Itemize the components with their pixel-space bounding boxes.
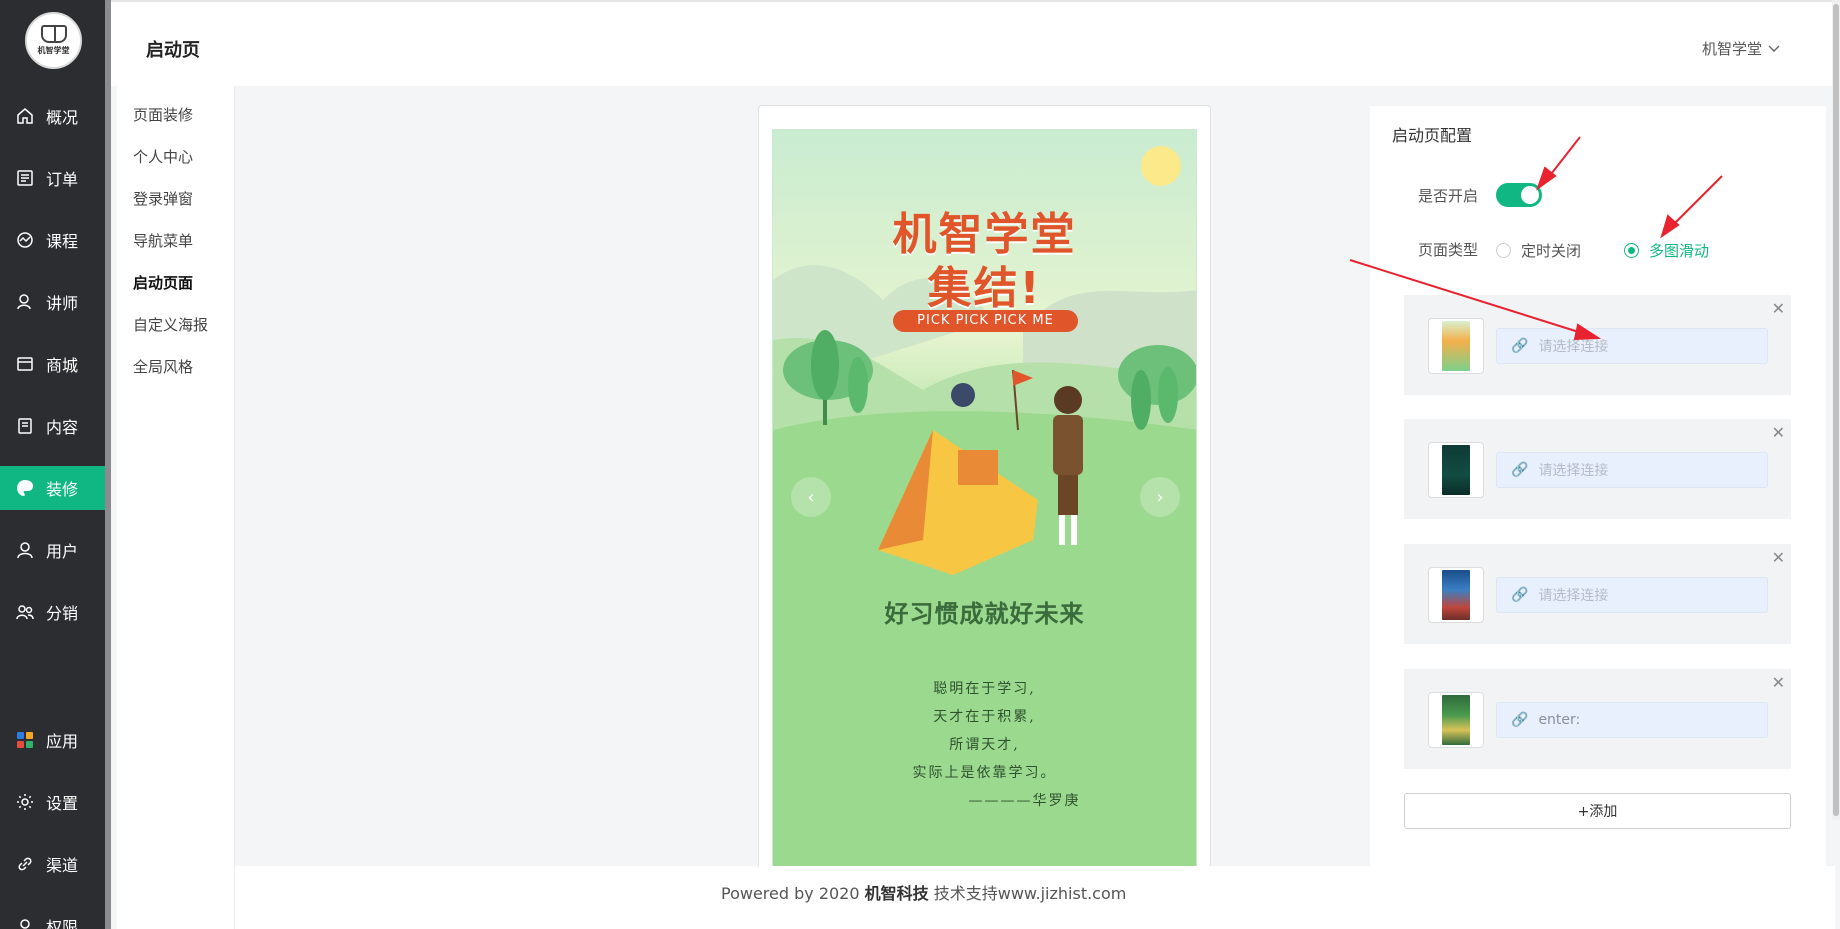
scrollbar-thumb[interactable] — [1833, 4, 1839, 816]
annotation-arrows — [1349, 136, 1723, 341]
footer-company: 机智科技 — [864, 884, 929, 903]
footer-prefix: Powered by 2020 — [721, 884, 865, 903]
page-scrollbar[interactable] — [1832, 0, 1840, 820]
page-footer: Powered by 2020 机智科技 技术支持www.jizhist.com — [235, 866, 1835, 929]
footer-suffix: 技术支持www.jizhist.com — [928, 884, 1127, 903]
footer-text: Powered by 2020 机智科技 技术支持www.jizhist.com — [721, 880, 1126, 904]
